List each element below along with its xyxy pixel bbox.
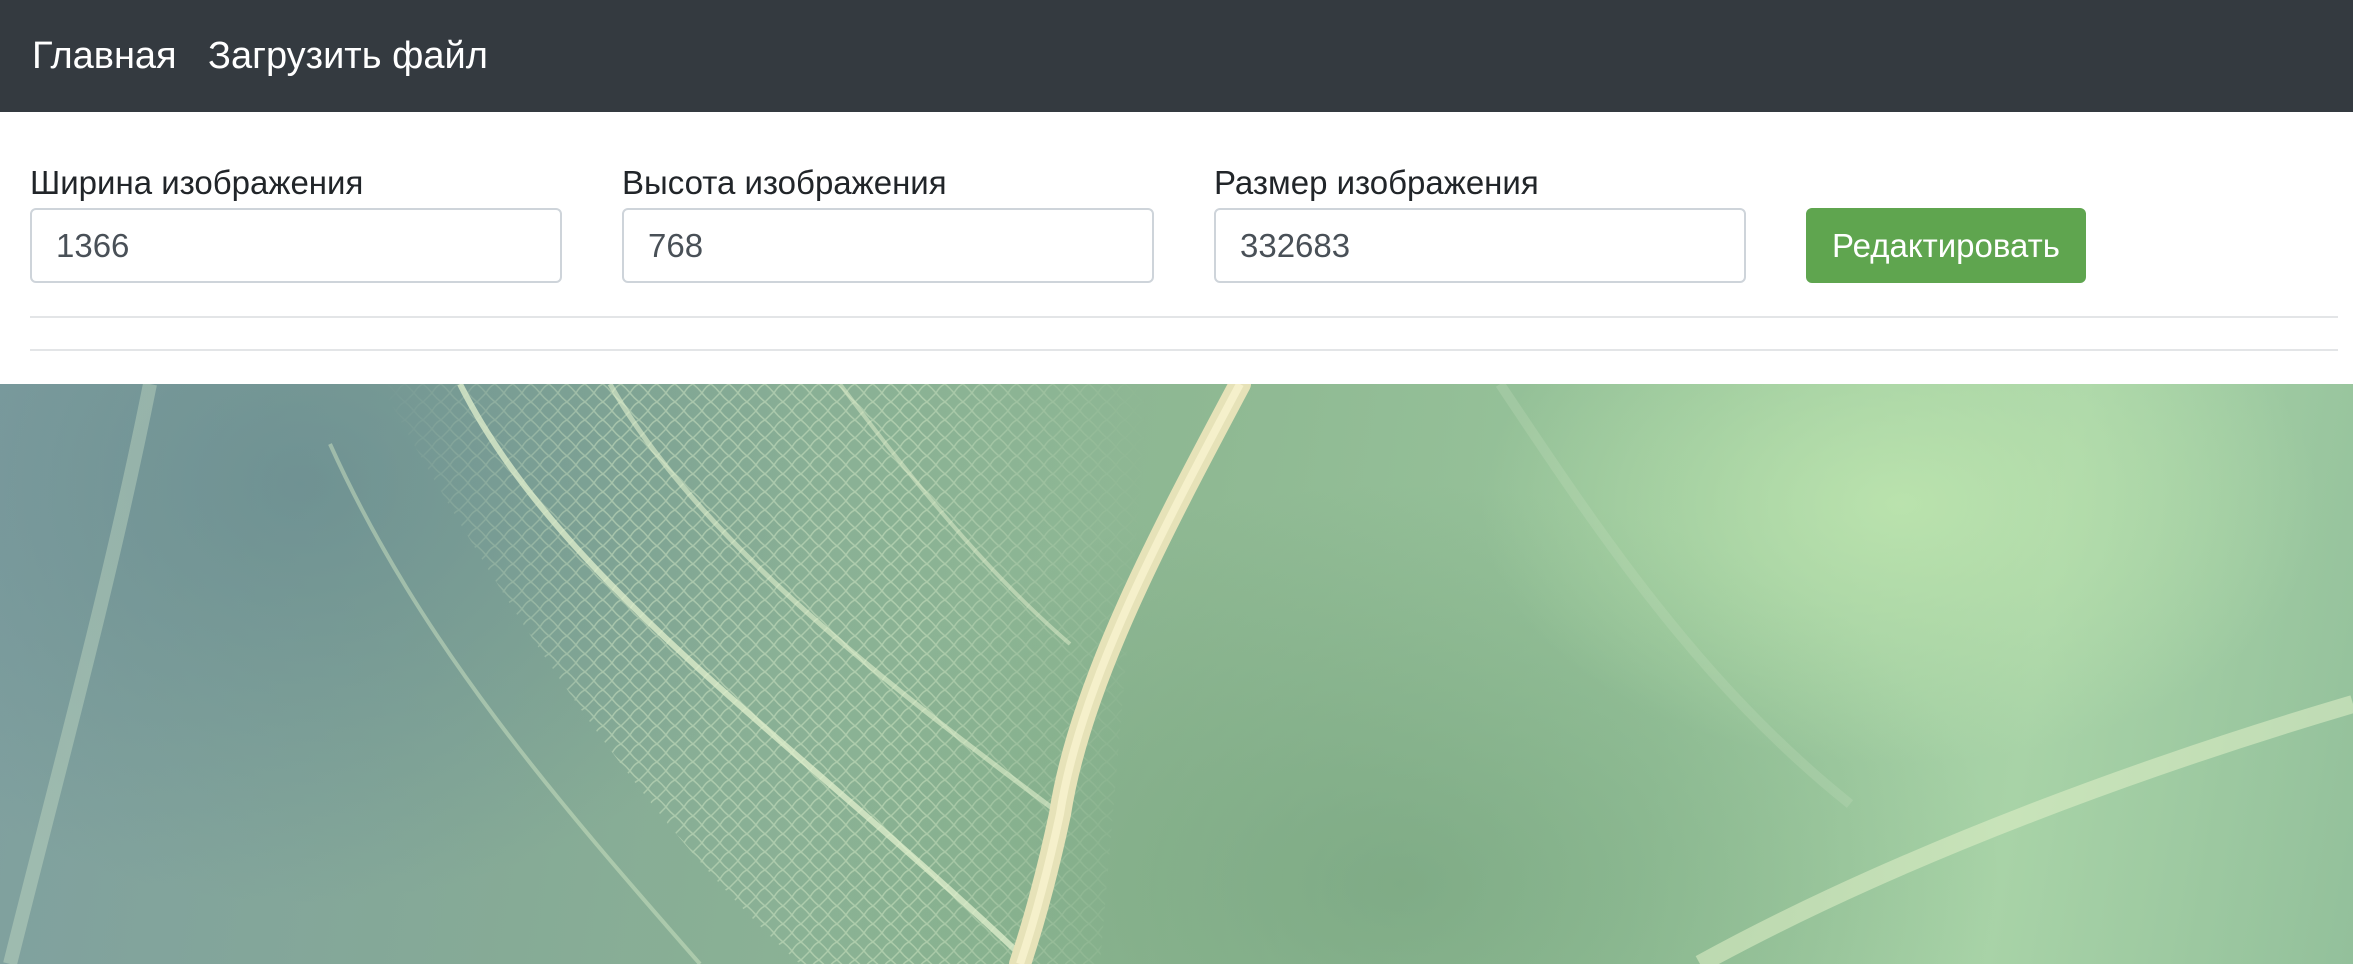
size-label: Размер изображения xyxy=(1214,164,1539,201)
height-input[interactable] xyxy=(622,208,1154,283)
divider xyxy=(30,316,2338,318)
divider xyxy=(30,349,2338,351)
nav-home-link[interactable]: Главная xyxy=(32,0,177,112)
width-input[interactable] xyxy=(30,208,562,283)
nav-upload-file-link[interactable]: Загрузить файл xyxy=(208,0,488,112)
navbar: Главная Загрузить файл xyxy=(0,0,2353,112)
width-label: Ширина изображения xyxy=(30,164,364,201)
edit-button[interactable]: Редактировать xyxy=(1806,208,2086,283)
leaf-veins-illustration xyxy=(0,384,2353,964)
leaf-background-image xyxy=(0,384,2353,964)
size-input[interactable] xyxy=(1214,208,1746,283)
height-label: Высота изображения xyxy=(622,164,947,201)
